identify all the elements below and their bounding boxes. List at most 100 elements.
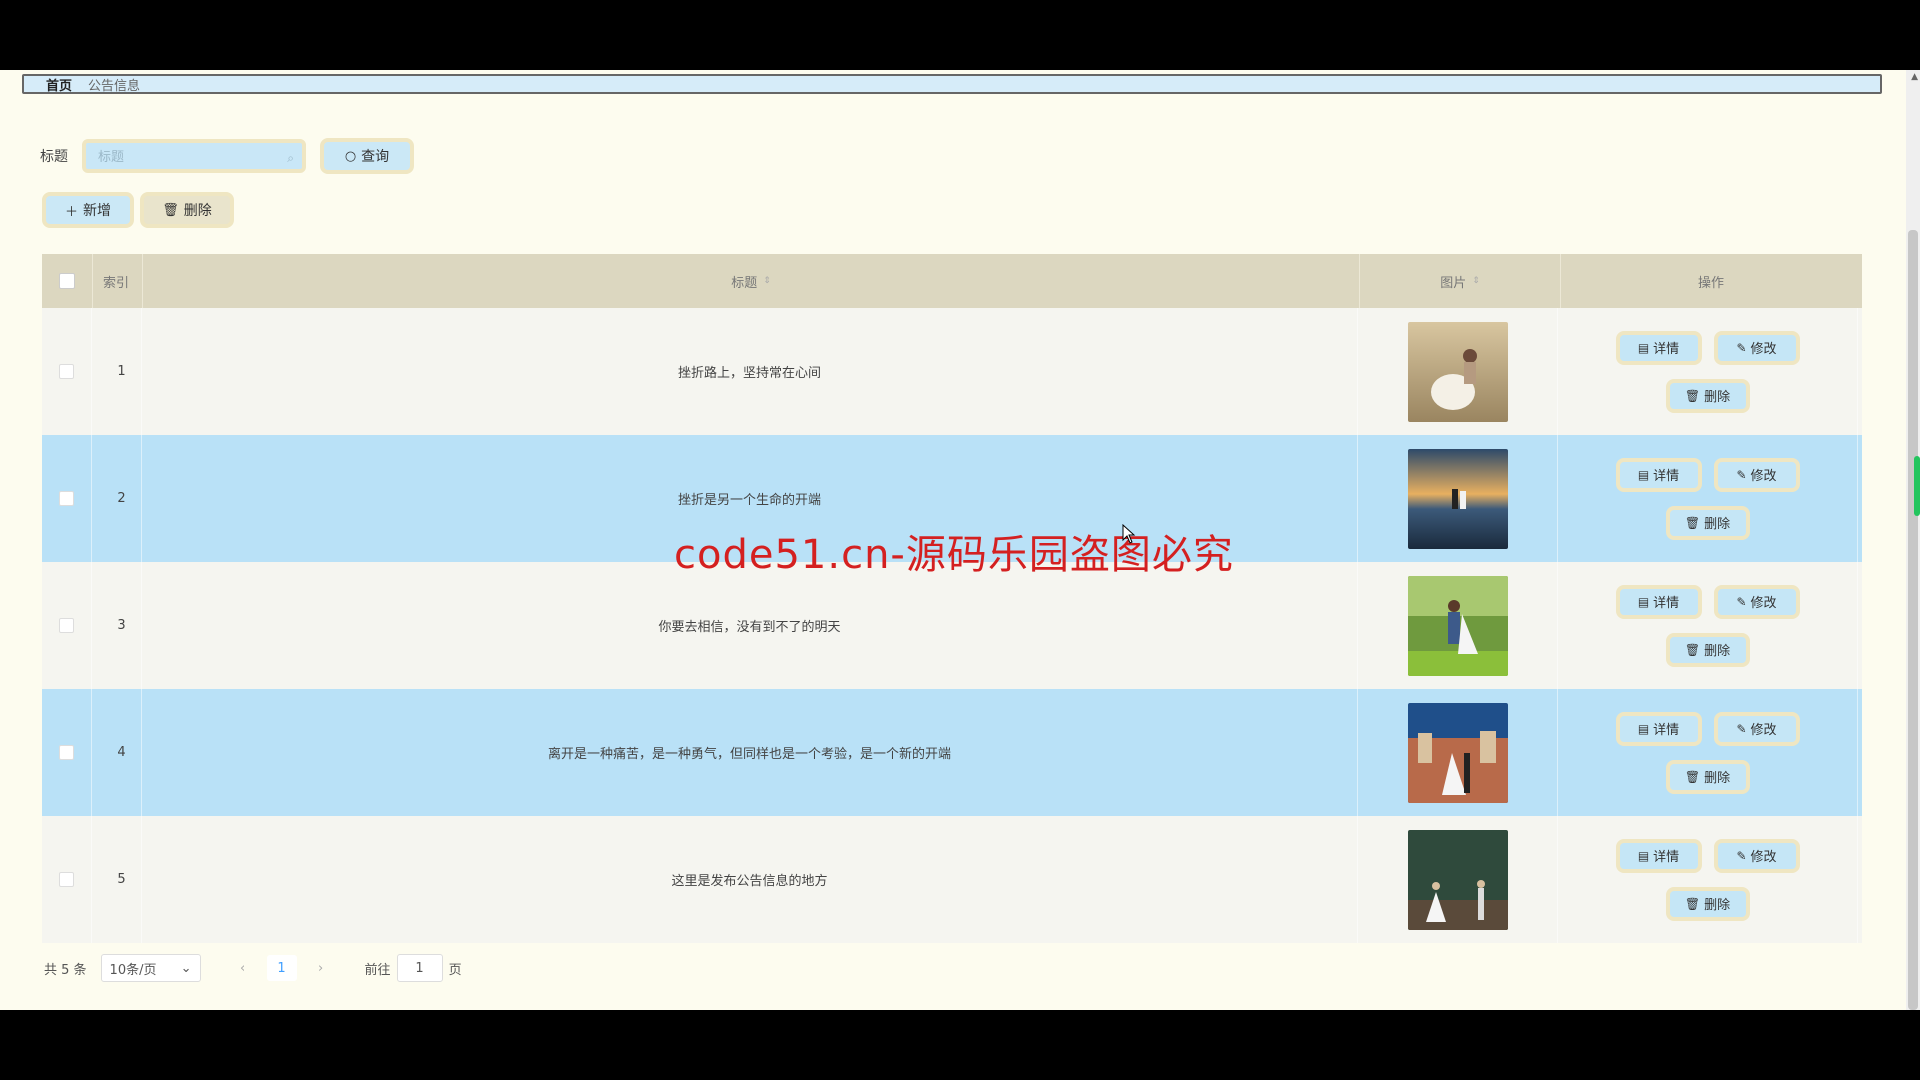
edit-button[interactable]: ✎ 修改: [1713, 457, 1800, 492]
row-image-cell: [1358, 816, 1558, 943]
row-actions: ▤ 详情 ✎ 修改 🗑 删除: [1558, 689, 1858, 816]
document-icon: ▤: [1637, 848, 1650, 863]
document-icon: ▤: [1637, 721, 1650, 736]
detail-button-label: 详情: [1653, 723, 1680, 738]
delete-button[interactable]: 🗑 删除: [1665, 505, 1750, 540]
search-input[interactable]: [96, 147, 292, 165]
trash-icon: 🗑: [1684, 642, 1701, 657]
delete-button[interactable]: 🗑 删除: [1665, 886, 1750, 921]
edit-button[interactable]: ✎ 修改: [1713, 838, 1800, 873]
detail-button[interactable]: ▤ 详情: [1615, 584, 1702, 619]
breadcrumb: 首页 公告信息: [22, 74, 1882, 94]
search-label: 标题: [40, 149, 68, 165]
table-row: 2 挫折是另一个生命的开端 ▤ 详情 ✎ 修改 🗑 删除: [42, 435, 1862, 562]
select-all-cell: [42, 254, 93, 308]
delete-button-label: 删除: [1704, 644, 1731, 659]
delete-button[interactable]: 🗑 删除: [1665, 759, 1750, 794]
document-icon: ▤: [1637, 594, 1650, 609]
detail-button[interactable]: ▤ 详情: [1615, 330, 1702, 365]
row-checkbox[interactable]: [59, 364, 74, 379]
detail-button[interactable]: ▤ 详情: [1615, 457, 1702, 492]
row-index: 2: [92, 435, 142, 562]
scroll-up-icon[interactable]: ▲: [1911, 72, 1918, 82]
trash-icon: 🗑: [1684, 896, 1701, 911]
row-checkbox[interactable]: [59, 745, 74, 760]
header-title-label: 标题: [731, 275, 758, 291]
breadcrumb-home[interactable]: 首页: [46, 75, 72, 94]
edit-button-label: 修改: [1750, 850, 1777, 865]
row-index: 4: [92, 689, 142, 816]
table-row: 4 离开是一种痛苦，是一种勇气，但同样也是一个考验，是一个新的开端 ▤ 详情 ✎ 修…: [42, 689, 1862, 816]
batch-delete-button[interactable]: 🗑 删除: [140, 192, 234, 228]
couple-sunset-water-photo[interactable]: [1407, 448, 1508, 549]
page-number[interactable]: 1: [266, 955, 297, 981]
couple-field-photo[interactable]: [1407, 321, 1508, 422]
row-checkbox[interactable]: [59, 491, 74, 506]
edit-button[interactable]: ✎ 修改: [1713, 711, 1800, 746]
row-checkbox[interactable]: [59, 872, 74, 887]
row-title: 挫折是另一个生命的开端: [142, 435, 1358, 562]
scrollbar-thumb[interactable]: [1908, 230, 1918, 1010]
select-all-checkbox[interactable]: [59, 273, 75, 289]
row-actions: ▤ 详情 ✎ 修改 🗑 删除: [1558, 308, 1858, 435]
toolbar: ＋ 新增 🗑 删除: [42, 192, 234, 228]
trash-icon: 🗑: [162, 202, 179, 218]
couple-garden-photo[interactable]: [1407, 575, 1508, 676]
chevron-down-icon: ⌄: [180, 960, 192, 976]
next-page-icon[interactable]: ›: [303, 961, 339, 976]
detail-button[interactable]: ▤ 详情: [1615, 711, 1702, 746]
row-title: 挫折路上，坚持常在心间: [142, 308, 1358, 435]
edit-button[interactable]: ✎ 修改: [1713, 330, 1800, 365]
batch-delete-label: 删除: [183, 203, 212, 219]
detail-button-label: 详情: [1653, 342, 1680, 357]
row-title: 离开是一种痛苦，是一种勇气，但同样也是一个考验，是一个新的开端: [142, 689, 1358, 816]
document-icon: ▤: [1637, 340, 1650, 355]
page-size-value: 10条/页: [109, 962, 157, 978]
sort-icon[interactable]: ⇕: [1472, 276, 1480, 286]
delete-button[interactable]: 🗑 删除: [1665, 632, 1750, 667]
search-field[interactable]: ⌕: [82, 139, 306, 173]
prev-page-icon[interactable]: ‹: [225, 961, 261, 976]
row-check-cell: [42, 562, 92, 689]
row-check-cell: [42, 816, 92, 943]
row-check-cell: [42, 308, 92, 435]
pencil-icon: ✎: [1736, 848, 1747, 863]
row-image-cell: [1358, 435, 1558, 562]
header-actions: 操作: [1697, 275, 1724, 291]
page-suffix: 页: [448, 962, 462, 978]
trash-icon: 🗑: [1684, 769, 1701, 784]
scroll-indicator: [1914, 456, 1920, 516]
couple-castle-photo[interactable]: [1407, 702, 1508, 803]
edit-button[interactable]: ✎ 修改: [1713, 584, 1800, 619]
add-button[interactable]: ＋ 新增: [42, 192, 134, 228]
edit-button-label: 修改: [1750, 469, 1777, 484]
page-size-select[interactable]: 10条/页 ⌄: [100, 954, 201, 982]
header-title[interactable]: 标题 ⇕: [143, 254, 1360, 308]
trash-icon: 🗑: [1684, 388, 1701, 403]
header-image-label: 图片: [1440, 275, 1467, 291]
delete-button-label: 删除: [1704, 517, 1731, 532]
header-image[interactable]: 图片 ⇕: [1360, 254, 1561, 308]
row-checkbox[interactable]: [59, 618, 74, 633]
wedding-stage-photo[interactable]: [1407, 829, 1508, 930]
delete-button[interactable]: 🗑 删除: [1665, 378, 1750, 413]
mouse-cursor-icon: [1122, 524, 1136, 544]
pencil-icon: ✎: [1736, 467, 1747, 482]
delete-button-label: 删除: [1704, 898, 1731, 913]
query-button[interactable]: ○ 查询: [320, 138, 414, 174]
edit-button-label: 修改: [1750, 596, 1777, 611]
row-title: 你要去相信，没有到不了的明天: [142, 562, 1358, 689]
detail-button[interactable]: ▤ 详情: [1615, 838, 1702, 873]
row-image-cell: [1358, 308, 1558, 435]
plus-icon: ＋: [64, 204, 78, 220]
header-index: 索引: [93, 254, 143, 308]
sort-icon[interactable]: ⇕: [763, 276, 771, 286]
search-icon: ○: [344, 148, 357, 164]
row-index: 5: [92, 816, 142, 943]
row-actions: ▤ 详情 ✎ 修改 🗑 删除: [1558, 562, 1858, 689]
table-row: 5 这里是发布公告信息的地方 ▤详情 ✎修改 �: [42, 816, 1862, 943]
table-row: 3 你要去相信，没有到不了的明天 ▤ 详情 ✎ 修改 🗑 删除: [42, 562, 1862, 689]
goto-page-input[interactable]: 1: [396, 954, 443, 982]
row-actions: ▤ 详情 ✎ 修改 🗑 删除: [1558, 435, 1858, 562]
row-actions: ▤ 详情 ✎ 修改 🗑 删除: [1558, 816, 1858, 943]
